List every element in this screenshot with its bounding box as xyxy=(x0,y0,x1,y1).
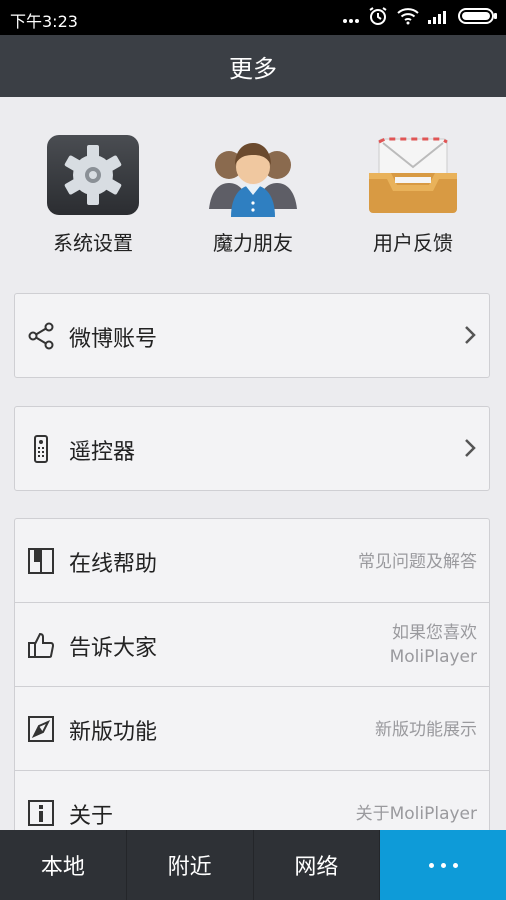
online-help-label: 在线帮助 xyxy=(69,552,158,577)
tab-network[interactable]: 网络 xyxy=(254,830,381,900)
new-features-hint: 新版功能展示 xyxy=(375,720,477,740)
tell-everyone-hint-line1: 如果您喜欢 xyxy=(392,623,477,643)
tab-label: 附近 xyxy=(167,855,212,880)
user-feedback-button[interactable]: 用户反馈 xyxy=(353,133,473,256)
tell-everyone-hint-line2: MoliPlayer xyxy=(389,647,477,667)
gear-icon xyxy=(45,133,141,217)
system-settings-button[interactable]: 系统设置 xyxy=(33,133,153,256)
bottom-tab-bar: 本地 附近 网络 xyxy=(0,830,506,900)
signal-icon xyxy=(428,8,450,28)
tab-nearby[interactable]: 附近 xyxy=(127,830,254,900)
book-icon xyxy=(27,547,55,575)
online-help-item[interactable]: 在线帮助 常见问题及解答 xyxy=(15,519,489,603)
status-bar: 下午3:23 xyxy=(0,0,506,35)
compass-icon xyxy=(27,715,55,743)
alarm-icon xyxy=(368,6,388,30)
weibo-account-item[interactable]: 微博账号 xyxy=(15,294,489,377)
new-features-label: 新版功能 xyxy=(69,720,158,745)
chevron-right-icon xyxy=(463,438,477,458)
battery-icon xyxy=(458,8,498,28)
tab-more[interactable] xyxy=(380,830,506,900)
new-features-item[interactable]: 新版功能 新版功能展示 xyxy=(15,687,489,771)
mail-tray-icon xyxy=(365,133,461,217)
page-title: 更多 xyxy=(229,54,277,83)
tab-label: 本地 xyxy=(40,855,85,880)
more-dots-icon xyxy=(428,862,458,868)
tab-local[interactable]: 本地 xyxy=(0,830,127,900)
chevron-right-icon xyxy=(463,325,477,345)
tell-everyone-item[interactable]: 告诉大家 如果您喜欢 MoliPlayer xyxy=(15,603,489,687)
remote-icon xyxy=(27,435,55,463)
quick-action-label: 系统设置 xyxy=(53,231,133,255)
dots-icon xyxy=(342,9,360,28)
wifi-icon xyxy=(396,7,420,29)
remote-control-item[interactable]: 遥控器 xyxy=(15,407,489,490)
share-icon xyxy=(27,322,55,350)
about-hint: 关于MoliPlayer xyxy=(355,804,477,824)
tell-everyone-label: 告诉大家 xyxy=(69,636,158,661)
thumbs-up-icon xyxy=(27,631,55,659)
status-time: 下午3:23 xyxy=(10,12,78,31)
quick-action-label: 用户反馈 xyxy=(373,231,453,255)
header: 更多 xyxy=(0,35,506,97)
weibo-account-card: 微博账号 xyxy=(14,293,490,378)
tell-everyone-hint: 如果您喜欢 MoliPlayer xyxy=(390,621,477,669)
quick-action-label: 魔力朋友 xyxy=(213,231,293,255)
info-card: 在线帮助 常见问题及解答 告诉大家 如果您喜欢 MoliPlayer 新版功能 … xyxy=(14,518,490,858)
magic-friends-button[interactable]: 魔力朋友 xyxy=(193,133,313,256)
remote-card: 遥控器 xyxy=(14,406,490,491)
online-help-hint: 常见问题及解答 xyxy=(358,552,477,572)
friends-icon xyxy=(205,133,301,217)
about-label: 关于 xyxy=(69,804,114,829)
info-icon xyxy=(27,799,55,827)
weibo-account-label: 微博账号 xyxy=(69,327,158,352)
tab-label: 网络 xyxy=(294,855,339,880)
remote-control-label: 遥控器 xyxy=(69,440,136,465)
